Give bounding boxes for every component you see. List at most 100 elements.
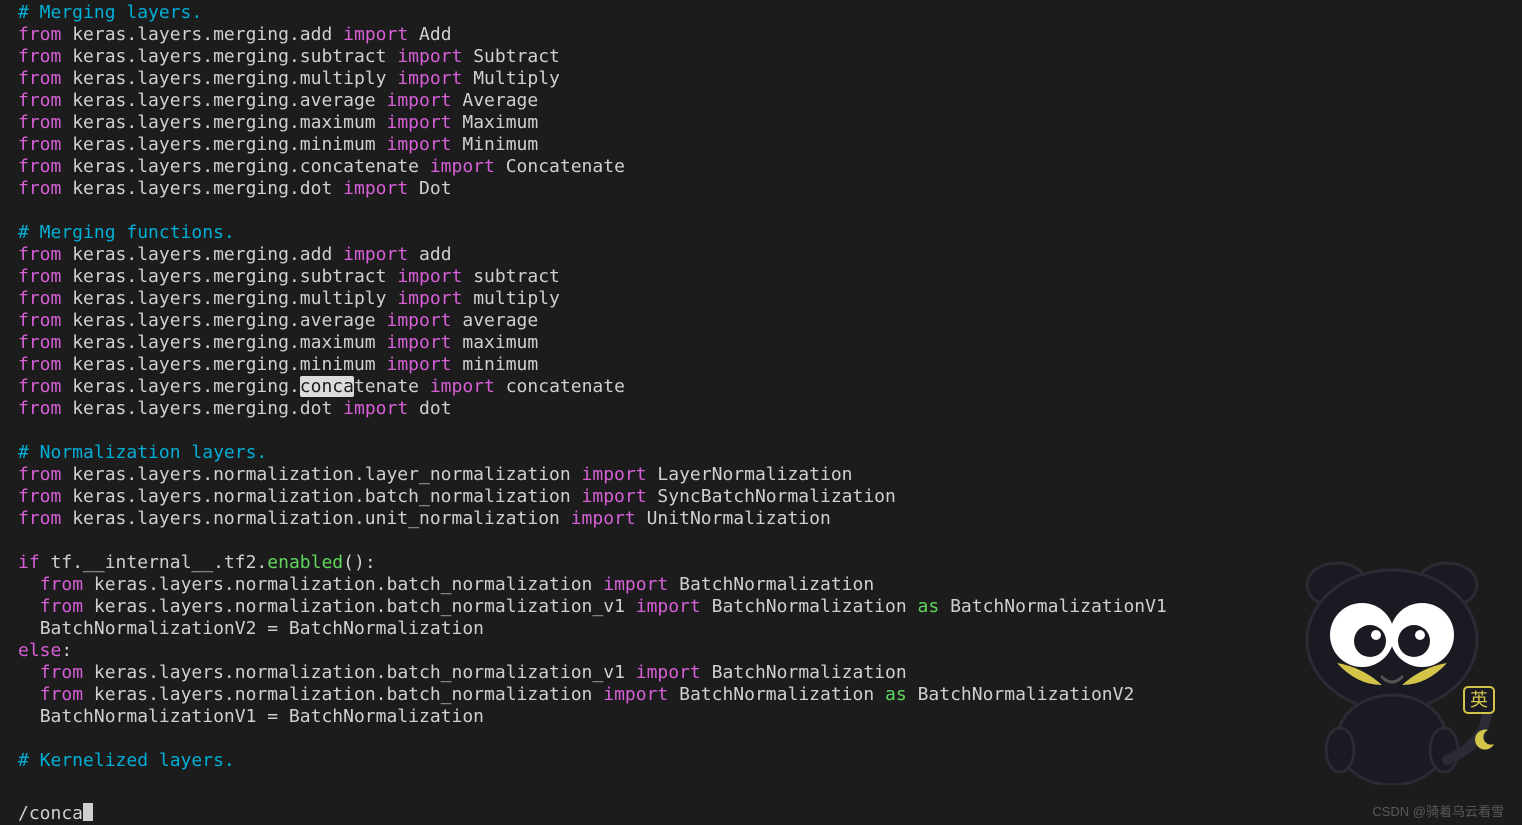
kw-import: import <box>386 332 451 353</box>
import-name: BatchNormalization <box>679 684 874 705</box>
module-path: keras.layers.merging.minimum <box>72 134 375 155</box>
import-name: Concatenate <box>506 156 625 177</box>
kw-import: import <box>397 46 462 67</box>
module-path: keras.layers.merging.add <box>72 244 332 265</box>
module-path: keras.layers.normalization.batch_normali… <box>72 486 571 507</box>
import-name: SyncBatchNormalization <box>657 486 895 507</box>
kw-from: from <box>18 354 61 375</box>
import-name: Subtract <box>473 46 560 67</box>
comment: # Merging layers. <box>18 2 202 23</box>
search-highlight: conca <box>300 376 354 397</box>
kw-else: else <box>18 640 61 661</box>
import-name: concatenate <box>506 376 625 397</box>
module-path: keras.layers.normalization.layer_normali… <box>72 464 571 485</box>
kw-as: as <box>885 684 907 705</box>
assignment: BatchNormalizationV2 = BatchNormalizatio… <box>40 618 484 639</box>
module-path: keras.layers.merging.multiply <box>72 288 386 309</box>
module-path: keras.layers.normalization.batch_normali… <box>94 596 625 617</box>
kw-import: import <box>386 354 451 375</box>
import-alias: BatchNormalizationV1 <box>950 596 1167 617</box>
kw-import: import <box>571 508 636 529</box>
module-path: keras.layers.merging.add <box>72 24 332 45</box>
module-path: keras.layers.merging.subtract <box>72 46 386 67</box>
import-name: BatchNormalization <box>712 596 907 617</box>
module-path: keras.layers.normalization.batch_normali… <box>94 662 625 683</box>
kw-import: import <box>636 662 701 683</box>
module-path: keras.layers.merging.subtract <box>72 266 386 287</box>
assignment: BatchNormalizationV1 = BatchNormalizatio… <box>40 706 484 727</box>
import-name: average <box>462 310 538 331</box>
condition: tf.__internal__.tf2.enabled(): <box>51 552 376 573</box>
kw-from: from <box>40 596 83 617</box>
module-path: keras.layers.merging.maximum <box>72 112 375 133</box>
import-name: subtract <box>473 266 560 287</box>
kw-import: import <box>386 112 451 133</box>
kw-from: from <box>18 266 61 287</box>
module-path: keras.layers.merging.concatenate <box>72 156 419 177</box>
kw-as: as <box>918 596 940 617</box>
comment: # Merging functions. <box>18 222 235 243</box>
module-path: keras.layers.merging.multiply <box>72 68 386 89</box>
kw-from: from <box>18 90 61 111</box>
kw-from: from <box>18 134 61 155</box>
search-text: /conca <box>18 803 83 824</box>
kw-from: from <box>18 112 61 133</box>
kw-if: if <box>18 552 40 573</box>
kw-import: import <box>343 244 408 265</box>
kw-from: from <box>18 486 61 507</box>
kw-from: from <box>18 464 61 485</box>
kw-from: from <box>18 24 61 45</box>
kw-from: from <box>18 332 61 353</box>
import-name: Maximum <box>462 112 538 133</box>
module-path: keras.layers.normalization.batch_normali… <box>94 574 593 595</box>
kw-import: import <box>343 398 408 419</box>
module-path: keras.layers.merging.minimum <box>72 354 375 375</box>
module-path: keras.layers.normalization.batch_normali… <box>94 684 593 705</box>
import-name: minimum <box>462 354 538 375</box>
kw-from: from <box>18 46 61 67</box>
import-name: Add <box>419 24 452 45</box>
import-name: dot <box>419 398 452 419</box>
module-path: keras.layers.merging.average <box>72 310 375 331</box>
module-path: keras.layers.normalization.unit_normaliz… <box>72 508 560 529</box>
kw-from: from <box>18 244 61 265</box>
kw-import: import <box>397 68 462 89</box>
kw-import: import <box>430 156 495 177</box>
code-editor[interactable]: # Merging layers. from keras.layers.merg… <box>0 0 1522 803</box>
import-alias: BatchNormalizationV2 <box>918 684 1135 705</box>
kw-from: from <box>18 288 61 309</box>
module-path: keras.layers.merging.maximum <box>72 332 375 353</box>
import-name: LayerNormalization <box>657 464 852 485</box>
kw-from: from <box>18 156 61 177</box>
kw-import: import <box>430 376 495 397</box>
import-name: maximum <box>462 332 538 353</box>
vim-command-line[interactable]: /conca <box>0 803 1522 825</box>
kw-from: from <box>18 310 61 331</box>
kw-import: import <box>343 24 408 45</box>
import-name: Dot <box>419 178 452 199</box>
kw-import: import <box>386 90 451 111</box>
module-path: keras.layers.merging.average <box>72 90 375 111</box>
kw-from: from <box>40 684 83 705</box>
comment: # Kernelized layers. <box>18 750 235 771</box>
kw-import: import <box>386 134 451 155</box>
cursor <box>83 803 93 821</box>
kw-import: import <box>343 178 408 199</box>
import-name: multiply <box>473 288 560 309</box>
kw-from: from <box>40 662 83 683</box>
kw-from: from <box>18 398 61 419</box>
kw-import: import <box>582 486 647 507</box>
import-name: BatchNormalization <box>679 574 874 595</box>
module-path: keras.layers.merging.dot <box>72 178 332 199</box>
kw-import: import <box>397 266 462 287</box>
module-path: keras.layers.merging.concatenate <box>72 376 419 397</box>
kw-from: from <box>18 376 61 397</box>
kw-import: import <box>603 684 668 705</box>
kw-from: from <box>18 508 61 529</box>
kw-import: import <box>386 310 451 331</box>
module-path: keras.layers.merging.dot <box>72 398 332 419</box>
import-name: add <box>419 244 452 265</box>
kw-import: import <box>397 288 462 309</box>
kw-import: import <box>582 464 647 485</box>
kw-from: from <box>18 178 61 199</box>
